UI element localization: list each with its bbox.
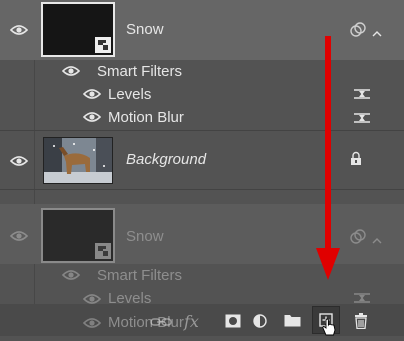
- hand-cursor-icon: [321, 318, 337, 341]
- lock-icon: [350, 151, 362, 171]
- layer-name-background[interactable]: Background: [126, 151, 206, 168]
- ghost-smart-object-icon: [95, 243, 111, 259]
- filter-name-motion-blur: Motion Blur: [108, 109, 184, 126]
- folder-icon[interactable]: [284, 314, 301, 332]
- red-arrow-annotation: [316, 36, 340, 280]
- filter-blending-options-icon[interactable]: [353, 87, 371, 106]
- ghost-eye-icon: [10, 230, 28, 242]
- ghost-filter-name-motion-blur: Motion Blur: [108, 314, 184, 331]
- ghost-layer-name: Snow: [126, 228, 164, 245]
- smart-filter-options-icon[interactable]: [350, 22, 366, 43]
- visibility-eye-icon[interactable]: [10, 24, 28, 36]
- layer-row-snow[interactable]: Snow: [0, 0, 404, 60]
- layer-name-snow[interactable]: Snow: [126, 21, 164, 38]
- ghost-eye-icon: [83, 317, 101, 329]
- layer-row-background[interactable]: Background: [0, 131, 404, 189]
- smart-filters-row[interactable]: Smart Filters: [0, 60, 404, 83]
- filter-eye-icon[interactable]: [83, 88, 101, 100]
- drag-ghost-layer-row: Snow: [0, 204, 404, 264]
- layer-mask-icon[interactable]: [225, 314, 241, 333]
- layers-panel-toolbar: Motion Blur fx: [0, 304, 404, 336]
- ghost-smart-filters-row: Smart Filters: [0, 264, 404, 286]
- ghost-chevron-icon: [372, 232, 382, 250]
- fx-icon[interactable]: fx: [184, 312, 199, 331]
- row-separator: [0, 189, 404, 190]
- collapse-chevron-icon[interactable]: [372, 25, 382, 43]
- visibility-eye-icon[interactable]: [10, 155, 28, 167]
- link-icon[interactable]: [150, 315, 172, 333]
- layer-thumbnail-background[interactable]: [43, 137, 113, 184]
- smart-filters-label: Smart Filters: [97, 63, 183, 80]
- trash-icon[interactable]: [354, 313, 368, 334]
- adjustment-layer-icon[interactable]: [253, 314, 267, 333]
- filter-blending-options-icon[interactable]: [353, 111, 371, 130]
- ghost-smart-filter-icon: [350, 229, 366, 250]
- ghost-eye-icon: [62, 269, 80, 281]
- smart-object-icon: [95, 37, 111, 53]
- smart-filters-eye-icon[interactable]: [62, 65, 80, 77]
- filter-name-levels: Levels: [108, 86, 152, 103]
- filter-row-motion-blur[interactable]: Motion Blur: [0, 105, 404, 129]
- layer-thumbnail-snow[interactable]: [41, 2, 115, 57]
- horse-photo-thumbnail: [44, 138, 112, 183]
- ghost-layer-thumbnail: [41, 208, 115, 263]
- filter-row-levels[interactable]: Levels: [0, 82, 404, 105]
- filter-eye-icon[interactable]: [83, 111, 101, 123]
- ghost-smart-filters-label: Smart Filters: [97, 267, 183, 284]
